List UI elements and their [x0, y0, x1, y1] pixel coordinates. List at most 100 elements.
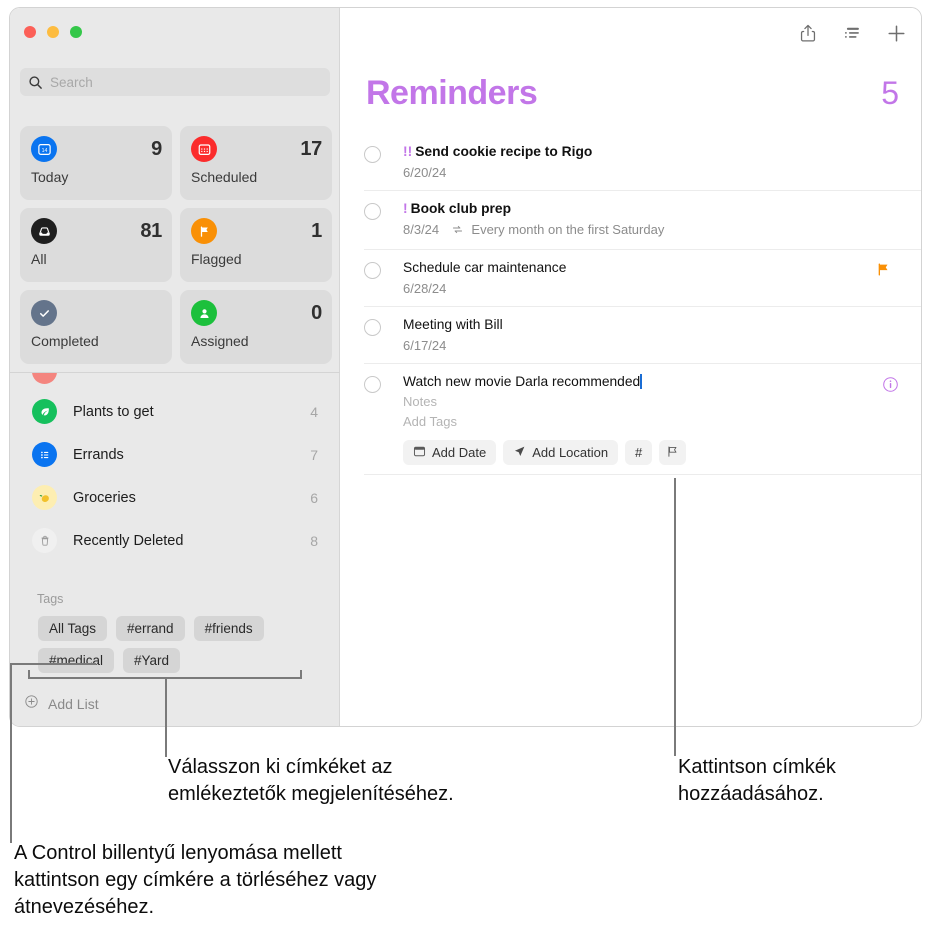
reminder-row-selected[interactable]: Watch new movie Darla recommended Notes …: [364, 363, 921, 475]
tile-count: 0: [311, 301, 322, 324]
flag-outline-icon: [666, 445, 679, 461]
reminder-row[interactable]: Meeting with Bill 6/17/24: [364, 306, 921, 363]
search-icon: [28, 75, 43, 90]
callout-leader-select-tags: [165, 677, 167, 757]
flag-icon[interactable]: [876, 262, 891, 282]
tile-today[interactable]: 14 9 Today: [20, 126, 172, 200]
priority-marker: !!: [403, 144, 413, 159]
notes-placeholder[interactable]: Notes: [403, 393, 921, 411]
tile-count: 81: [140, 219, 162, 242]
tile-assigned[interactable]: 0 Assigned: [180, 290, 332, 364]
share-icon[interactable]: [797, 22, 819, 44]
tag-chip-yard[interactable]: #Yard: [123, 648, 181, 673]
checkmark-circle-icon: [31, 300, 57, 326]
tile-completed[interactable]: Completed: [20, 290, 172, 364]
reminders-window: 14 9 Today 17 Scheduled: [9, 7, 922, 727]
list-item-groceries[interactable]: Groceries 6: [10, 476, 340, 519]
add-date-label: Add Date: [432, 445, 487, 460]
scrolled-list-item-partial[interactable]: [10, 373, 340, 390]
tile-label: Completed: [31, 333, 99, 349]
list-item-label: Groceries: [73, 489, 136, 506]
reminder-title: Send cookie recipe to Rigo: [415, 144, 593, 159]
list-item-label: Errands: [73, 446, 124, 463]
reminder-title-line: ! Book club prep: [403, 200, 921, 218]
callout-bracket-left-tick: [28, 670, 30, 678]
list-item-plants-to-get[interactable]: Plants to get 4: [10, 390, 340, 433]
leaf-icon: [32, 399, 57, 424]
reminder-date: 6/28/24: [403, 281, 447, 296]
complete-circle-icon[interactable]: [364, 262, 381, 279]
list-item-label: Recently Deleted: [73, 532, 184, 549]
svg-text:14: 14: [41, 147, 47, 153]
tile-label: Today: [31, 169, 69, 185]
location-arrow-icon: [513, 445, 526, 461]
calendar-small-icon: [413, 445, 426, 461]
add-date-button[interactable]: Add Date: [403, 440, 497, 465]
reminder-title: Book club prep: [410, 201, 512, 216]
tag-chip-medical[interactable]: #medical: [38, 648, 115, 673]
reminder-row[interactable]: Schedule car maintenance 6/28/24: [364, 249, 921, 306]
close-button[interactable]: [24, 26, 36, 38]
add-list-label: Add List: [48, 696, 99, 712]
complete-circle-icon[interactable]: [364, 376, 381, 393]
quick-filter-tiles: 14 9 Today 17 Scheduled 81 All 1 Flagged…: [20, 126, 332, 364]
reminder-action-bar: Add Date Add Location #: [403, 440, 921, 465]
list-item-count: 7: [310, 446, 318, 463]
zoom-button[interactable]: [70, 26, 82, 38]
priority-marker: !: [403, 201, 408, 216]
list-item-count: 6: [310, 489, 318, 506]
complete-circle-icon[interactable]: [364, 203, 381, 220]
reminder-date: 6/20/24: [403, 165, 447, 180]
callout-leader-control-click-h: [10, 663, 96, 665]
list-item-recently-deleted[interactable]: Recently Deleted 8: [10, 519, 340, 562]
reminder-list: !! Send cookie recipe to Rigo 6/20/24 ! Bo…: [364, 134, 921, 475]
tile-label: Scheduled: [191, 169, 258, 185]
add-tag-button[interactable]: #: [625, 440, 653, 465]
main-panel: Reminders 5 !! Send cookie recipe to Rigo…: [340, 8, 921, 726]
tile-all[interactable]: 81 All: [20, 208, 172, 282]
complete-circle-icon[interactable]: [364, 319, 381, 336]
reminder-row[interactable]: ! Book club prep 8/3/24 Every month on th…: [364, 190, 921, 249]
repeat-icon: [451, 223, 464, 240]
window-traffic-lights: [24, 26, 82, 38]
tile-flagged[interactable]: 1 Flagged: [180, 208, 332, 282]
plus-icon[interactable]: [885, 22, 907, 44]
reminder-date: 6/17/24: [403, 338, 447, 353]
list-item-count: 4: [310, 403, 318, 420]
tile-scheduled[interactable]: 17 Scheduled: [180, 126, 332, 200]
complete-circle-icon[interactable]: [364, 146, 381, 163]
tag-chip-friends[interactable]: #friends: [193, 616, 264, 641]
main-toolbar: [797, 22, 907, 44]
person-icon: [191, 300, 217, 326]
trash-icon: [32, 528, 57, 553]
callout-leader-control-click-v: [10, 663, 12, 843]
reminder-row[interactable]: !! Send cookie recipe to Rigo 6/20/24: [364, 134, 921, 190]
tag-chip-all-tags[interactable]: All Tags: [38, 616, 108, 641]
plus-circle-icon: [24, 694, 39, 714]
list-view-icon[interactable]: [841, 22, 863, 44]
tag-chip-errand[interactable]: #errand: [116, 616, 185, 641]
reminder-meta: 8/3/24 Every month on the first Saturday: [403, 221, 921, 240]
list-item-label: Plants to get: [73, 403, 154, 420]
reminder-title: Schedule car maintenance: [403, 260, 567, 275]
tile-count: 17: [300, 137, 322, 160]
list-item-errands[interactable]: Errands 7: [10, 433, 340, 476]
search-field[interactable]: [20, 68, 330, 96]
reminder-title-editing[interactable]: Watch new movie Darla recommended: [403, 373, 921, 391]
add-location-label: Add Location: [532, 445, 609, 460]
add-flag-button[interactable]: [659, 440, 687, 465]
search-input[interactable]: [50, 74, 322, 90]
callout-bracket-right-tick: [300, 670, 302, 678]
info-circle-icon[interactable]: [882, 376, 899, 398]
add-location-button[interactable]: Add Location: [503, 440, 619, 465]
flag-icon: [191, 218, 217, 244]
list-color-dot-icon: [32, 373, 57, 384]
reminder-title-line: !! Send cookie recipe to Rigo: [403, 143, 921, 161]
add-list-button[interactable]: Add List: [24, 694, 99, 714]
text-caret: [640, 374, 642, 389]
add-tags-placeholder[interactable]: Add Tags: [403, 413, 921, 431]
hash-icon: #: [634, 445, 643, 460]
callout-control-click: A Control billentyű lenyomása mellett ka…: [14, 842, 377, 918]
tile-count: 1: [311, 219, 322, 242]
minimize-button[interactable]: [47, 26, 59, 38]
